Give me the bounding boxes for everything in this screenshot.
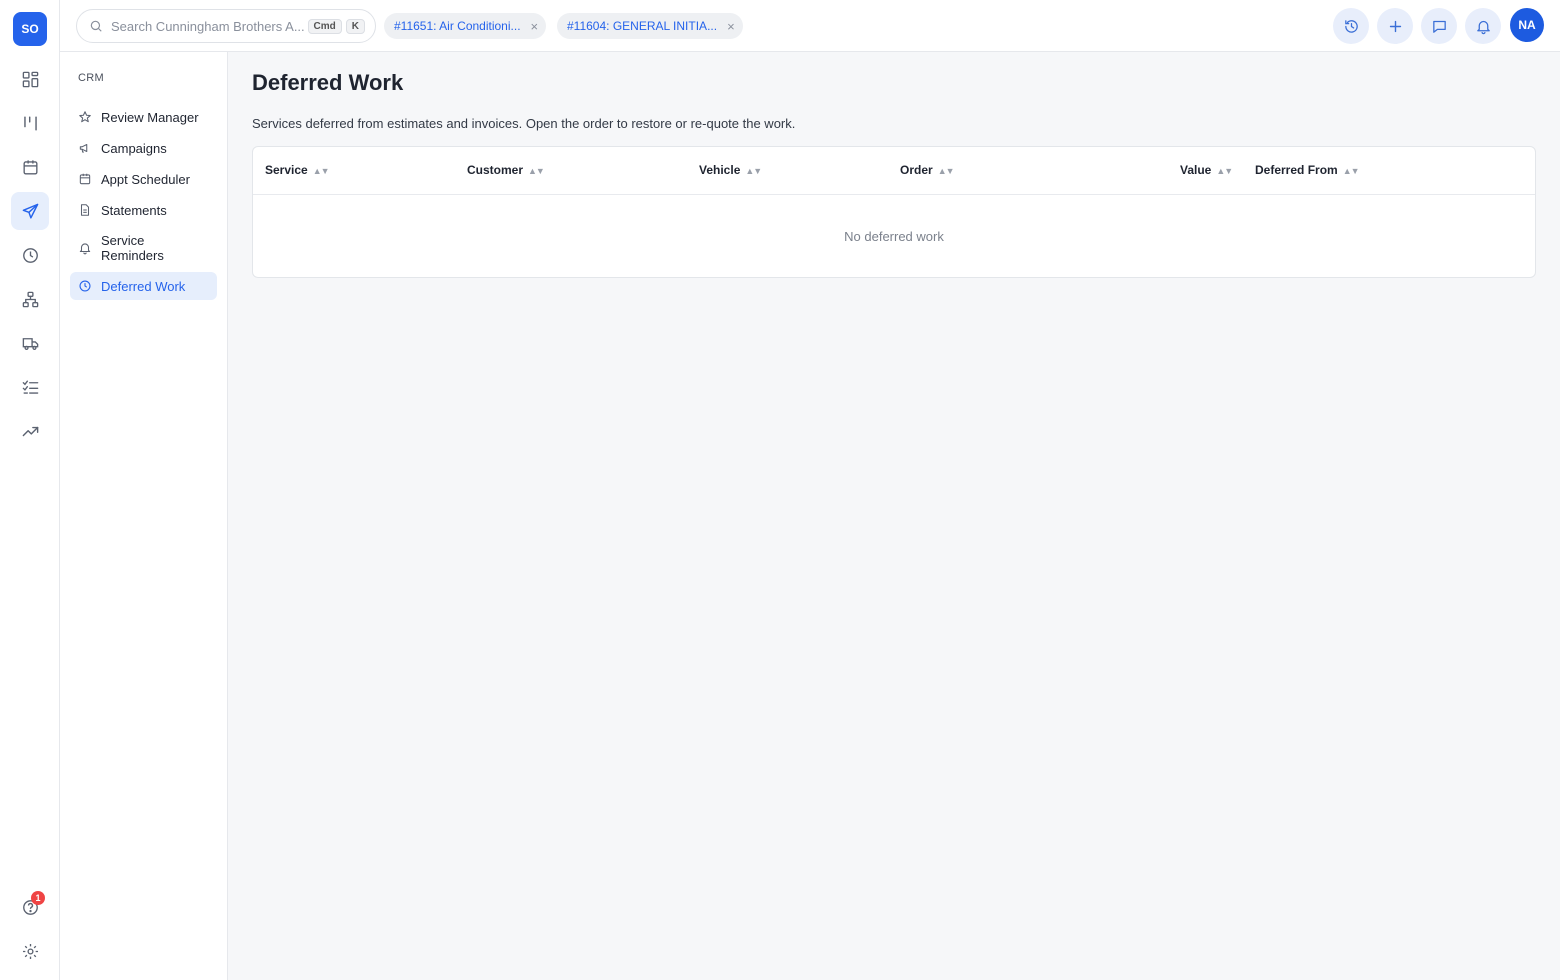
column-header-deferred-from[interactable]: Deferred From ▲▼ [1255, 163, 1360, 177]
megaphone-icon [79, 143, 88, 153]
page-title: Deferred Work [252, 70, 404, 95]
notification-count-badge: 1 [31, 891, 45, 905]
sort-icon[interactable]: ▲▼ [528, 166, 545, 176]
calendar-icon [79, 173, 91, 185]
global-search[interactable]: Cmd K [76, 9, 376, 43]
clock-icon[interactable] [11, 236, 49, 274]
column-header-customer[interactable]: Customer ▲▼ [467, 163, 545, 177]
crm-subnav: CRM Review Manager Campaigns Appt Schedu… [60, 52, 228, 980]
empty-state-text: No deferred work [844, 229, 944, 244]
star-icon [79, 111, 91, 123]
dashboard-icon[interactable] [11, 60, 49, 98]
bell-icon[interactable] [1465, 8, 1501, 44]
column-header-label: Deferred From [1255, 163, 1338, 177]
column-header-label: Service [265, 163, 308, 177]
checklist-icon[interactable] [11, 368, 49, 406]
clock-icon [79, 280, 91, 292]
subnav-item-label: Appt Scheduler [101, 171, 190, 187]
column-header-value[interactable]: Value ▲▼ [1180, 163, 1233, 177]
close-icon[interactable]: × [531, 19, 539, 34]
truck-icon[interactable] [11, 324, 49, 362]
column-header-label: Customer [467, 163, 524, 177]
column-header-service[interactable]: Service ▲▼ [265, 163, 330, 177]
table-header: Service ▲▼ Customer ▲▼ Vehicle ▲▼ Order ▲▼ V… [253, 147, 1535, 195]
column-header-label: Vehicle [699, 163, 741, 177]
send-icon[interactable] [11, 192, 49, 230]
sort-icon[interactable]: ▲▼ [313, 166, 330, 176]
subnav-item-review-manager[interactable]: Review Manager [70, 104, 217, 130]
column-header-label: Order [900, 163, 933, 177]
sort-icon[interactable]: ▲▼ [745, 166, 762, 176]
calendar-icon[interactable] [11, 148, 49, 186]
subnav-item-statements[interactable]: Statements [70, 197, 217, 223]
subnav-item-service-reminders[interactable]: Service Reminders [70, 228, 217, 268]
subnav-item-label: Statements [101, 202, 167, 218]
user-avatar[interactable]: NA [1510, 8, 1544, 42]
open-order-tab-label: #11651: Air Conditioni... [394, 19, 521, 33]
document-icon [80, 204, 90, 216]
close-icon[interactable]: × [727, 19, 735, 34]
app-logo[interactable]: SO [13, 12, 47, 46]
open-order-tab[interactable]: #11604: GENERAL INITIA... × [557, 13, 743, 39]
subnav-item-campaigns[interactable]: Campaigns [70, 135, 217, 161]
shortcut-k-key: K [345, 18, 365, 34]
main-content: Deferred Work Services deferred from est… [228, 52, 1560, 980]
subnav-item-appt-scheduler[interactable]: Appt Scheduler [70, 166, 217, 192]
bell-icon [79, 243, 91, 255]
subnav-item-label: Service Reminders [101, 233, 164, 263]
subnav-title: CRM [78, 72, 104, 84]
trending-up-icon[interactable] [11, 412, 49, 450]
shortcut-cmd-key: Cmd [307, 18, 342, 34]
org-chart-icon[interactable] [11, 280, 49, 318]
sort-icon[interactable]: ▲▼ [1216, 166, 1233, 176]
column-header-order[interactable]: Order ▲▼ [900, 163, 955, 177]
deferred-work-table: Service ▲▼ Customer ▲▼ Vehicle ▲▼ Order ▲▼ V… [252, 146, 1536, 278]
open-order-tab-label: #11604: GENERAL INITIA... [567, 19, 718, 33]
subnav-item-deferred-work[interactable]: Deferred Work [70, 272, 217, 300]
history-icon[interactable] [1333, 8, 1369, 44]
column-header-label: Value [1180, 163, 1212, 177]
search-icon [90, 20, 102, 32]
open-order-tab[interactable]: #11651: Air Conditioni... × [384, 13, 547, 39]
left-rail: SO 1 [0, 0, 60, 980]
subnav-item-label: Review Manager [101, 109, 199, 125]
workflow-icon[interactable] [11, 104, 49, 142]
page-description: Services deferred from estimates and inv… [252, 116, 796, 131]
subnav-item-label: Campaigns [101, 140, 167, 156]
sort-icon[interactable]: ▲▼ [1343, 166, 1360, 176]
add-icon[interactable] [1377, 8, 1413, 44]
settings-icon[interactable] [11, 932, 49, 970]
chat-icon[interactable] [1421, 8, 1457, 44]
sort-icon[interactable]: ▲▼ [938, 166, 955, 176]
help-icon[interactable]: 1 [11, 888, 49, 926]
column-header-vehicle[interactable]: Vehicle ▲▼ [699, 163, 762, 177]
subnav-item-label: Deferred Work [101, 278, 186, 294]
top-bar: Cmd K #11651: Air Conditioni... × #11604… [60, 0, 1560, 52]
search-input[interactable] [111, 18, 304, 34]
